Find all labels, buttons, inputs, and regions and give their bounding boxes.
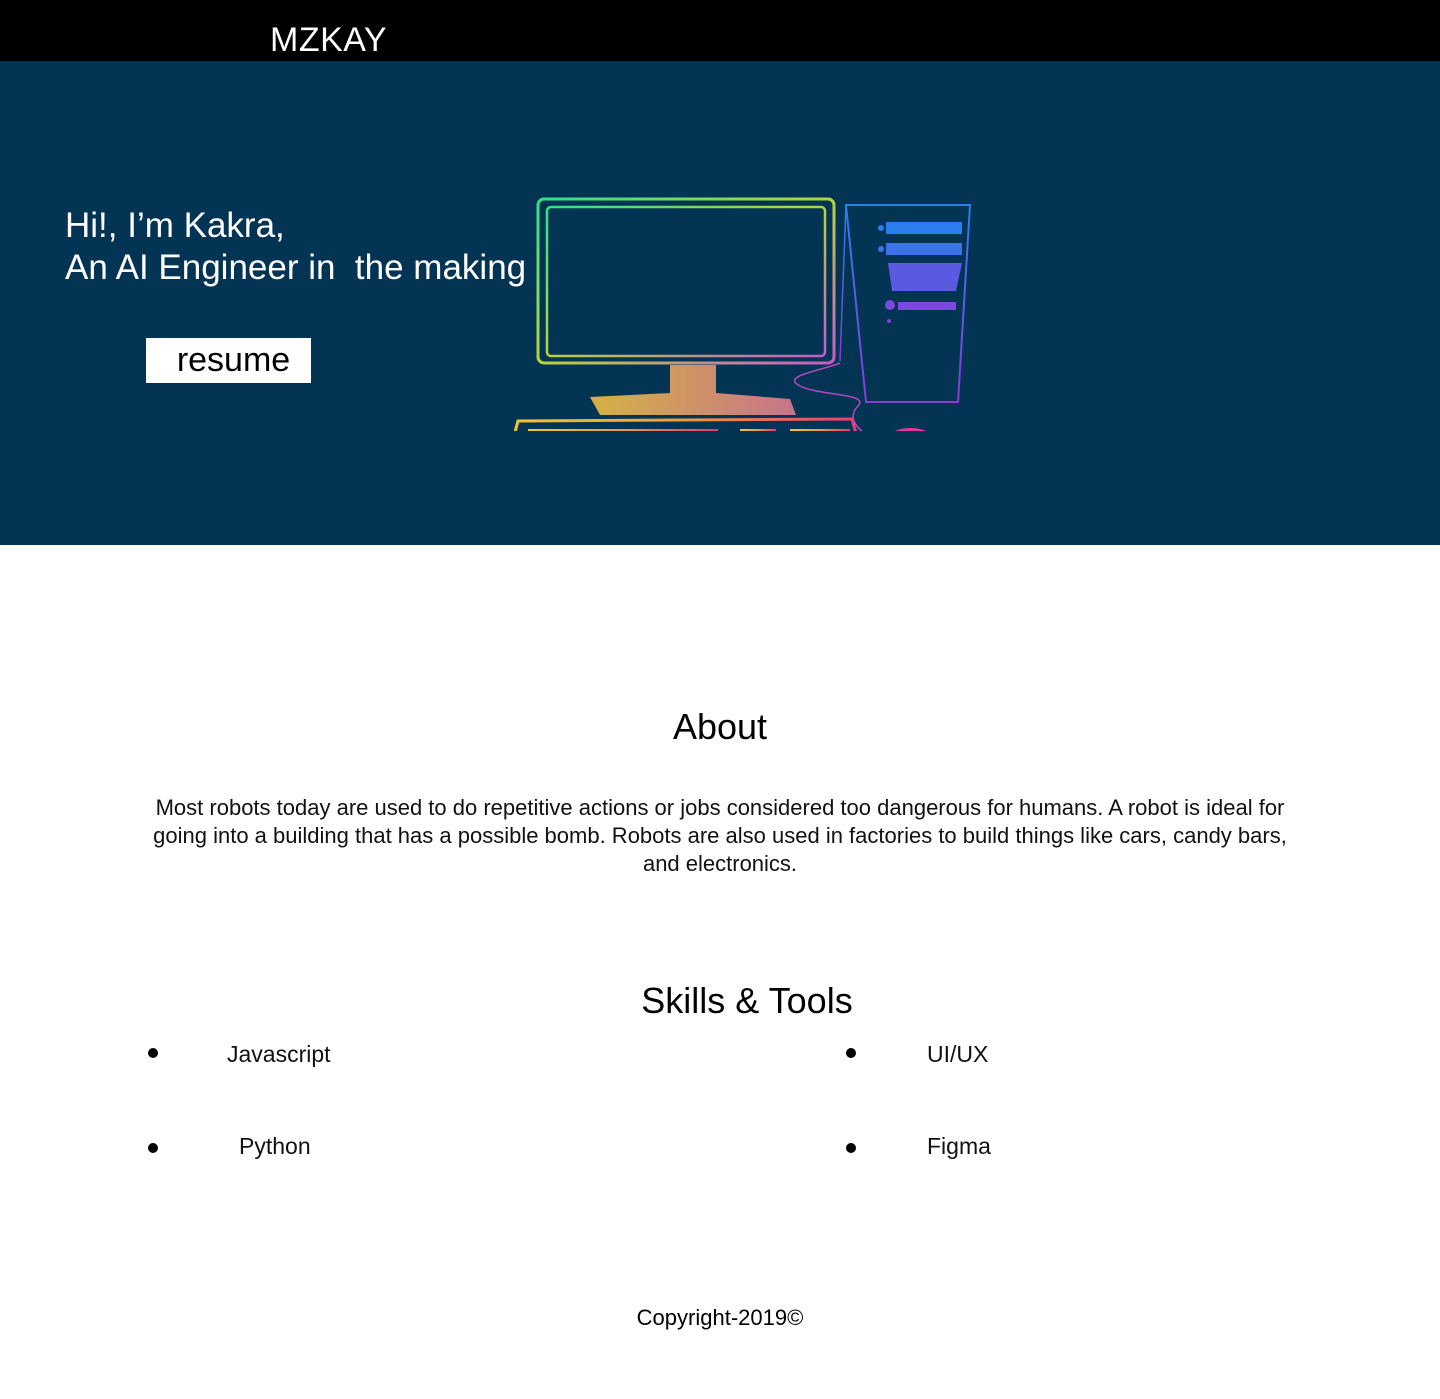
bullet-icon [148, 1048, 158, 1058]
skill-item: Figma [927, 1133, 991, 1159]
top-bar: MZKAY [0, 0, 1440, 61]
about-text: Most robots today are used to do repetit… [153, 795, 1287, 876]
bullet-icon [846, 1048, 856, 1058]
bullet-icon [148, 1143, 158, 1153]
footer-copyright: Copyright-2019© [636, 1305, 804, 1330]
desktop-computer-icon [513, 197, 972, 431]
site-logo[interactable]: MZKAY [270, 20, 387, 60]
hero-tagline: An AI Engineer in the making [65, 248, 527, 287]
skill-item: UI/UX [927, 1041, 989, 1067]
hero-section: Hi!, I’m Kakra, An AI Engineer in the ma… [0, 61, 1440, 545]
about-title: About [672, 706, 768, 747]
skill-item: Python [239, 1133, 311, 1159]
skills-title: Skills & Tools [641, 980, 853, 1021]
bullet-icon [846, 1143, 856, 1153]
hero-greeting: Hi!, I’m Kakra, [65, 206, 285, 245]
skill-item: Javascript [227, 1041, 331, 1067]
resume-button[interactable]: resume [146, 338, 311, 383]
